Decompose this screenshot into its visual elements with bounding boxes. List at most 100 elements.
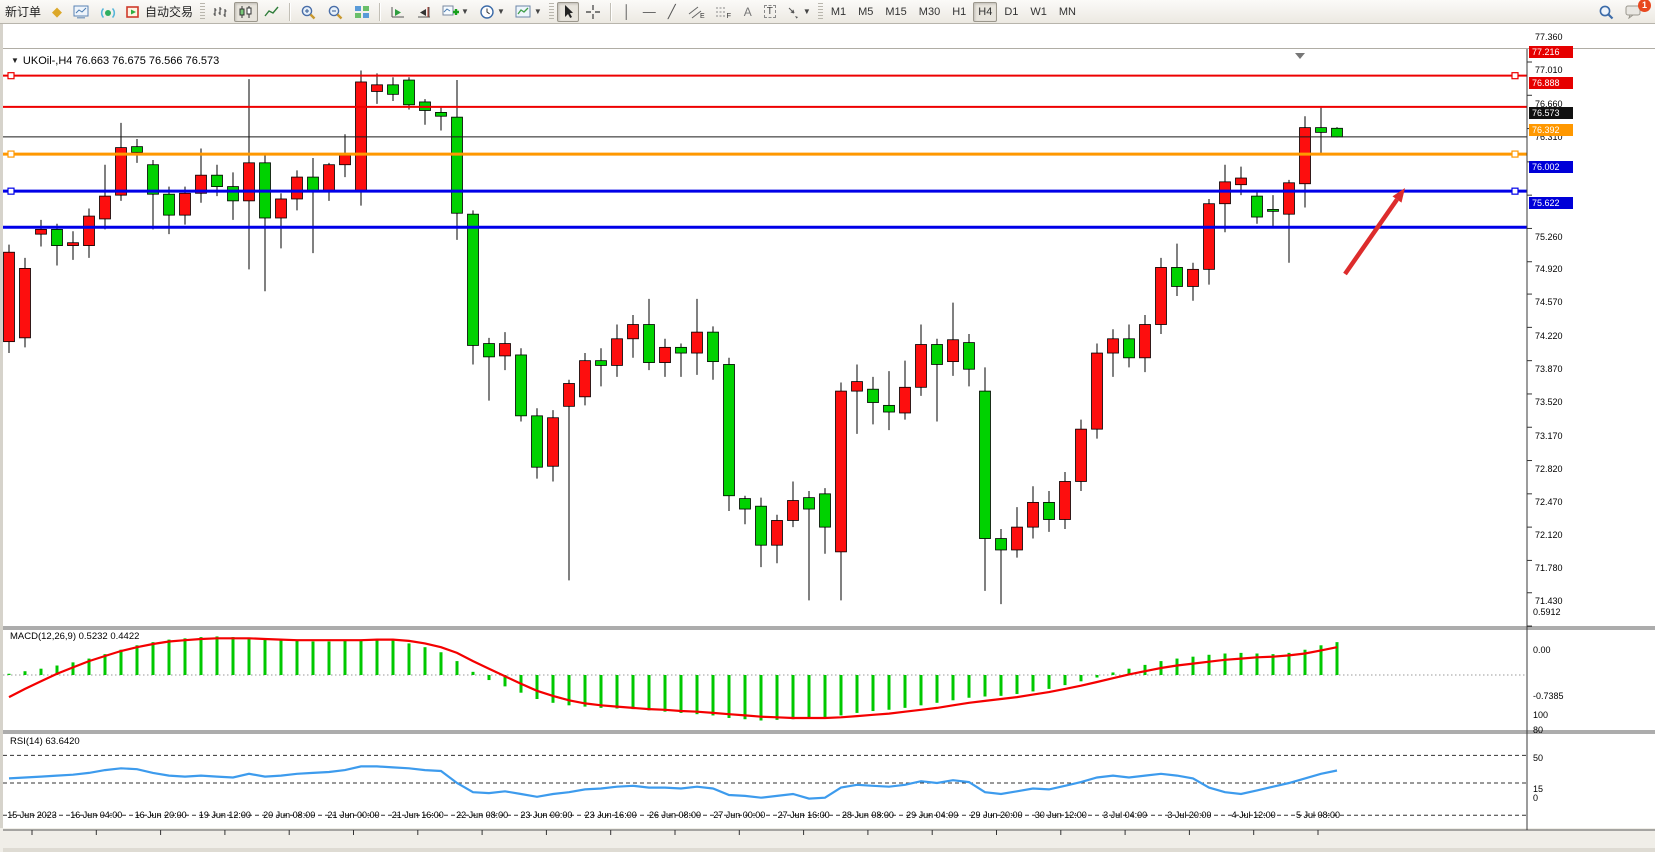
price-axis-label: 73.870	[1535, 364, 1563, 375]
alerts-button[interactable]	[96, 2, 120, 22]
trendline-tool-button[interactable]: ╱	[662, 2, 682, 22]
new-order-button[interactable]: 新订单	[1, 2, 45, 22]
time-axis-label: 21 Jun 00:00	[319, 810, 389, 820]
candle-body	[996, 539, 1007, 550]
candle-body	[516, 355, 527, 416]
notifications-button[interactable]: 1	[1621, 2, 1647, 22]
chevron-down-icon: ▼	[461, 7, 469, 16]
horizontal-line-tool-button[interactable]: —	[639, 2, 660, 22]
zoom-in-button[interactable]	[296, 2, 321, 22]
price-chart-canvas[interactable]	[3, 24, 1655, 852]
candle-body	[1284, 183, 1295, 214]
bar-chart-mode-button[interactable]	[208, 2, 232, 22]
vertical-line-tool-button[interactable]: │	[617, 2, 637, 22]
text-label-tool-button[interactable]: T	[760, 2, 780, 22]
template-selector-button[interactable]: ▼	[511, 2, 546, 22]
price-badge: 77.216	[1529, 46, 1573, 58]
chart-shift-marker[interactable]	[1295, 53, 1305, 59]
candle-body	[1316, 128, 1327, 133]
rsi-axis-label: 80	[1533, 725, 1543, 736]
candle-body	[788, 500, 799, 520]
candle-body	[372, 85, 383, 92]
candle-body	[836, 391, 847, 552]
period-selector-button[interactable]: ▼	[475, 2, 509, 22]
chart-shift-button[interactable]	[412, 2, 436, 22]
search-icon	[1598, 4, 1615, 20]
price-axis-label: 77.360	[1535, 32, 1563, 43]
candle-body	[340, 155, 351, 165]
line-handle[interactable]	[1512, 151, 1518, 157]
time-axis-label: 26 Jun 08:00	[640, 810, 710, 820]
history-center-button[interactable]: ◆	[47, 2, 67, 22]
candle-body	[1124, 339, 1135, 358]
text-label-icon: T	[764, 5, 776, 18]
candle-body	[1108, 339, 1119, 353]
candle-body	[948, 340, 959, 362]
equidistant-channel-icon: E	[688, 5, 705, 19]
line-handle[interactable]	[1512, 188, 1518, 194]
chevron-down-icon: ▼	[534, 7, 542, 16]
add-indicator-button[interactable]: ▼	[438, 2, 473, 22]
macd-indicator-label: MACD(12,26,9) 0.5232 0.4422	[10, 631, 139, 642]
fibonacci-tool-button[interactable]: F	[711, 2, 736, 22]
candle-body	[84, 216, 95, 245]
timeframe-button-mn[interactable]: MN	[1054, 2, 1081, 22]
line-chart-mode-button[interactable]	[260, 2, 284, 22]
time-axis-label: 15 Jun 2023	[0, 810, 67, 820]
vertical-line-icon: │	[623, 5, 631, 18]
arrows-tool-button[interactable]: ▼	[782, 2, 815, 22]
auto-trading-button[interactable]: 自动交易	[122, 2, 197, 22]
line-handle[interactable]	[8, 73, 14, 79]
time-axis-label: 3 Jul 04:00	[1090, 810, 1160, 820]
candle-body	[1076, 429, 1087, 481]
timeframe-button-w1[interactable]: W1	[1025, 2, 1052, 22]
time-axis-label: 27 Jun 16:00	[769, 810, 839, 820]
line-handle[interactable]	[8, 188, 14, 194]
time-axis-label: 21 Jun 16:00	[383, 810, 453, 820]
candle-body	[1252, 196, 1263, 217]
auto-scroll-button[interactable]	[386, 2, 410, 22]
timeframe-button-h4[interactable]: H4	[973, 2, 997, 22]
market-watch-button[interactable]	[69, 2, 94, 22]
time-axis-label: 29 Jun 04:00	[897, 810, 967, 820]
time-axis-label: 20 Jun 08:00	[254, 810, 324, 820]
channel-tool-button[interactable]: E	[684, 2, 709, 22]
svg-text:E: E	[700, 13, 705, 19]
line-handle[interactable]	[8, 151, 14, 157]
cursor-tool-button[interactable]	[557, 2, 579, 22]
price-axis-label: 73.520	[1535, 397, 1563, 408]
candle-body	[276, 199, 287, 218]
candle-body	[628, 325, 639, 339]
crosshair-icon	[585, 4, 601, 20]
price-axis-label: 72.820	[1535, 464, 1563, 475]
candle-body	[724, 364, 735, 495]
candle-body	[1012, 527, 1023, 550]
timeframe-button-m30[interactable]: M30	[914, 2, 945, 22]
time-axis-label: 3 Jul 20:00	[1154, 810, 1224, 820]
line-handle[interactable]	[1512, 73, 1518, 79]
candle-body	[900, 387, 911, 413]
candle-body	[612, 339, 623, 366]
candle-body	[676, 347, 687, 353]
line-chart-icon	[264, 5, 280, 19]
crosshair-tool-button[interactable]	[581, 2, 605, 22]
candlestick-mode-button[interactable]	[234, 2, 258, 22]
clock-icon	[479, 4, 495, 20]
timeframe-button-d1[interactable]: D1	[999, 2, 1023, 22]
candle-body	[916, 344, 927, 387]
annotation-arrow-shaft[interactable]	[1345, 199, 1397, 274]
zoom-out-button[interactable]	[323, 2, 348, 22]
collapse-triangle-icon[interactable]: ▼	[11, 56, 19, 65]
monitor-chart-icon	[73, 5, 90, 19]
trendline-icon: ╱	[668, 5, 676, 18]
timeframe-button-m1[interactable]: M1	[826, 2, 851, 22]
timeframe-button-m5[interactable]: M5	[853, 2, 878, 22]
timeframe-button-m15[interactable]: M15	[880, 2, 911, 22]
tile-windows-button[interactable]	[350, 2, 374, 22]
search-button[interactable]	[1594, 2, 1619, 22]
price-axis-label: 74.220	[1535, 331, 1563, 342]
timeframe-button-h1[interactable]: H1	[947, 2, 971, 22]
text-tool-button[interactable]: A	[738, 2, 758, 22]
candle-body	[740, 499, 751, 509]
candle-body	[980, 391, 991, 538]
